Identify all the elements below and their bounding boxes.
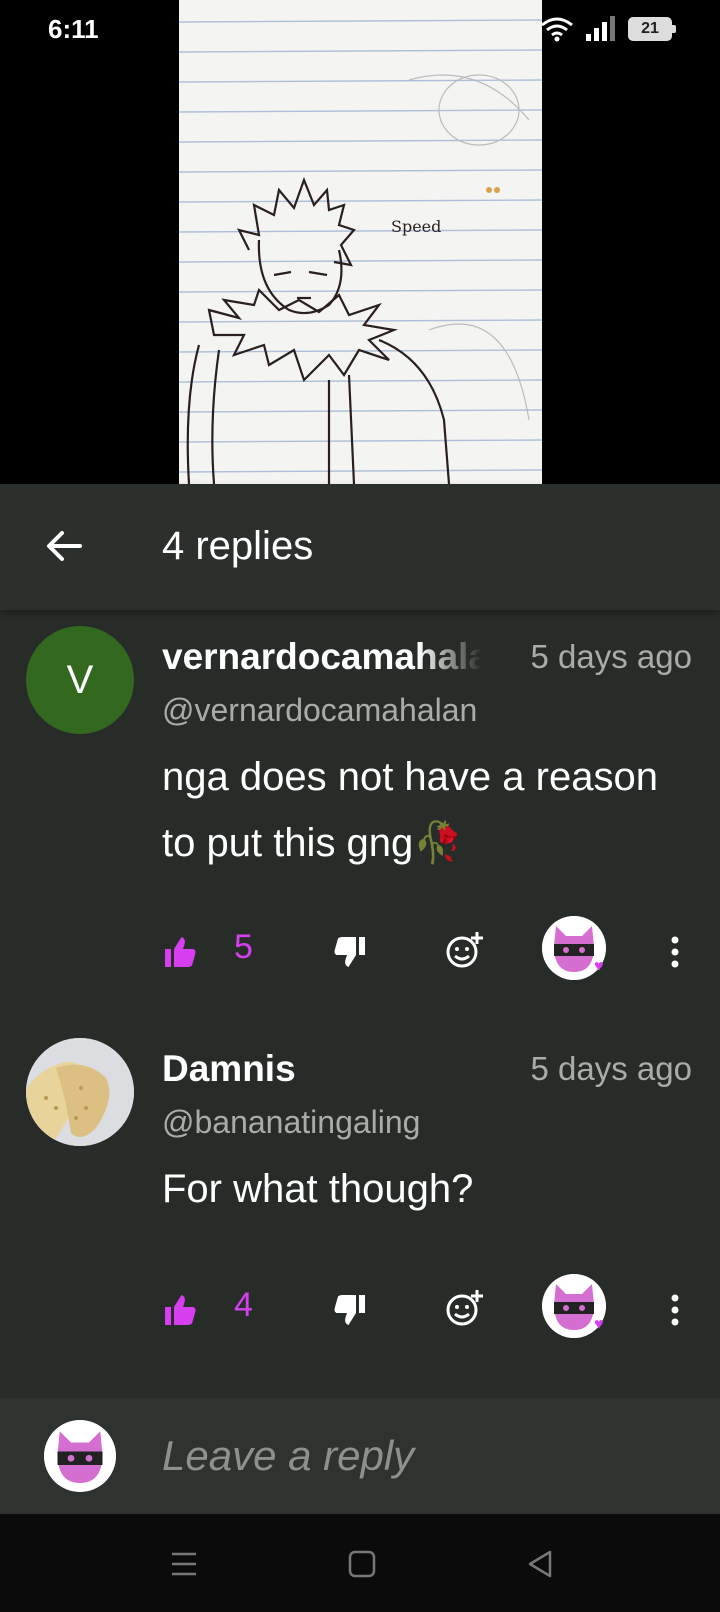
menu-icon[interactable] [162,1542,206,1586]
username[interactable]: vernardocamahalan [162,636,482,678]
battery-icon: 21 [628,17,676,41]
back-button[interactable] [40,522,88,570]
sketch-label: Speed [391,217,441,236]
avatar[interactable]: V [26,626,134,734]
comment-text: For what though? [162,1167,474,1211]
banana-photo [26,1038,134,1146]
video-player[interactable]: Speed [0,0,720,484]
avatar[interactable] [26,1038,134,1146]
status-icons: 21 [540,16,676,42]
signal-icon [586,16,615,41]
thumbs-up-icon[interactable] [162,934,198,970]
thumbs-down-icon[interactable] [332,934,368,970]
add-reaction-icon[interactable] [444,1288,484,1328]
add-reaction-icon[interactable] [444,930,484,970]
replies-panel: 4 replies V vernardocamahalan 5 days ago… [0,484,720,1514]
video-frame-sketch: Speed [179,0,542,484]
system-nav-bar [0,1514,720,1612]
wifi-icon [541,17,573,42]
status-time: 6:11 [48,14,99,44]
arrow-left-icon [47,531,82,561]
like-count: 4 [234,1286,253,1324]
timestamp: 5 days ago [530,1050,692,1087]
comment-text: nga does not have a reason to put this g… [162,755,658,865]
status-bar: 6:11 21 [0,0,720,64]
thumbs-up-icon[interactable] [162,1292,198,1328]
user-handle: @bananatingaling [162,1104,421,1140]
reply-bar [0,1398,720,1514]
replies-header: 4 replies [0,484,720,610]
thumbs-down-icon[interactable] [332,1292,368,1328]
sketch-drawing: Speed [179,19,542,484]
battery-level: 21 [641,20,659,37]
my-avatar [44,1420,116,1492]
back-icon[interactable] [518,1542,562,1586]
page-title: 4 replies [162,524,314,568]
more-options-icon[interactable] [664,1290,686,1330]
avatar-letter: V [66,657,94,702]
username[interactable]: Damnis [162,1048,296,1090]
home-icon[interactable] [340,1542,384,1586]
comment-actions: 4 ♥ [0,1274,720,1344]
reply-input[interactable] [162,1426,682,1486]
more-options-icon[interactable] [664,932,686,972]
timestamp: 5 days ago [530,638,692,675]
heart-icon: ♥ [594,1316,604,1333]
like-count: 5 [234,928,253,966]
heart-icon: ♥ [594,958,604,975]
user-handle: @vernardocamahalan [162,692,478,728]
comment-actions: 5 ♥ [0,916,720,986]
